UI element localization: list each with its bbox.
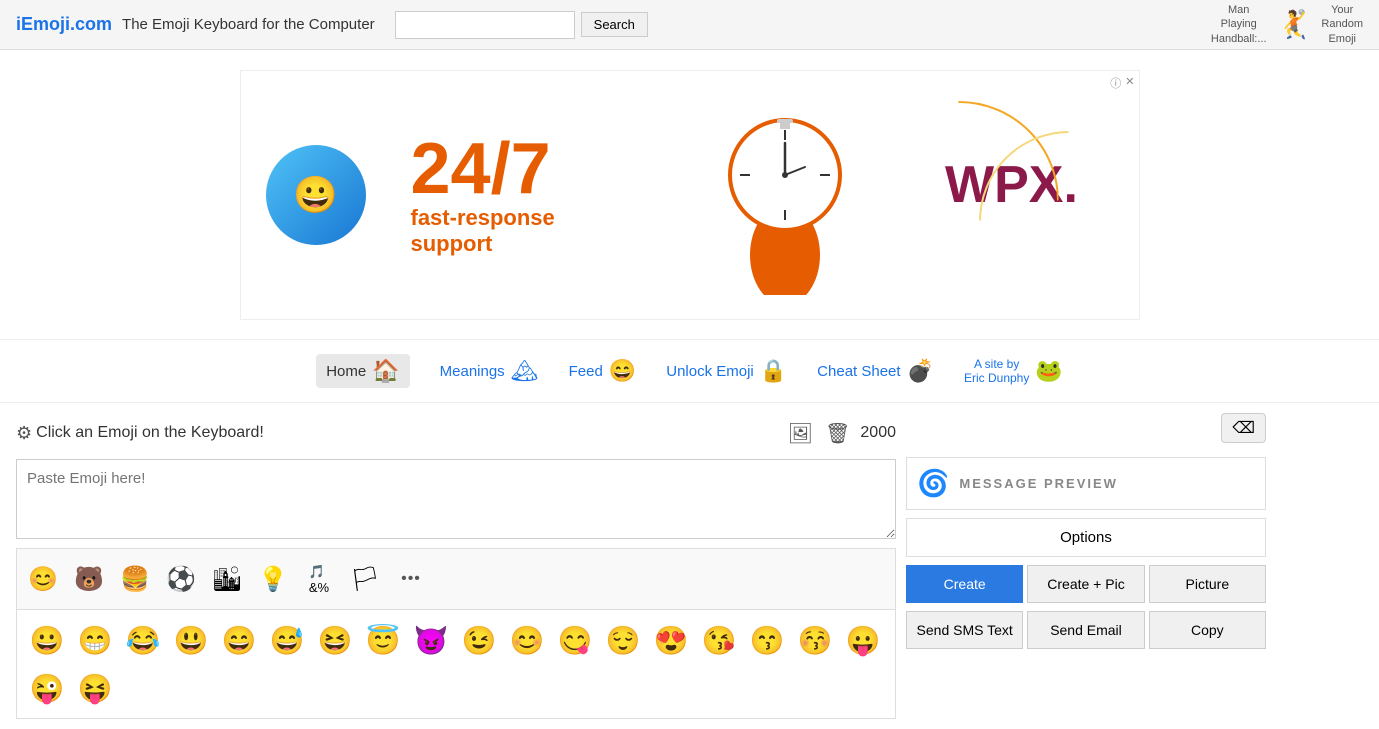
ad-subheadline: fast-responsesupport xyxy=(411,205,665,257)
search-button[interactable]: Search xyxy=(581,12,648,37)
copy-button[interactable]: Copy xyxy=(1149,611,1266,649)
preview-label: MESSAGE PREVIEW xyxy=(959,476,1118,491)
tab-flags[interactable]: 🏳 xyxy=(343,557,387,601)
search-input[interactable] xyxy=(395,11,575,39)
emoji-cell[interactable]: 😃 xyxy=(167,616,215,664)
send-sms-button[interactable]: Send SMS Text xyxy=(906,611,1023,649)
emoji-cell[interactable]: 😉 xyxy=(455,616,503,664)
tab-smileys[interactable]: 😊 xyxy=(21,557,65,601)
backspace-button[interactable]: ⌫ xyxy=(1221,413,1266,443)
nav-label-meanings: Meanings xyxy=(440,363,505,380)
nav-label-cheatsheet: Cheat Sheet xyxy=(817,363,900,380)
instruction-text: Click an Emoji on the Keyboard! xyxy=(36,424,785,442)
create-pic-button[interactable]: Create + Pic xyxy=(1027,565,1144,603)
nav-emoji-home: 🏠 xyxy=(372,358,399,384)
options-button[interactable]: Options xyxy=(906,518,1266,557)
nav-item-home[interactable]: Home 🏠 xyxy=(316,354,409,388)
ad-wpx-section: WPX. xyxy=(885,155,1139,235)
emoji-cell[interactable]: 😁 xyxy=(71,616,119,664)
emoji-cell[interactable]: 😚 xyxy=(791,616,839,664)
nav-label-site: A site byEric Dunphy xyxy=(964,357,1029,385)
send-row: Send SMS Text Send Email Copy xyxy=(906,611,1266,649)
toolbar-right: 🖼 🗑 2000 xyxy=(786,419,896,448)
tab-objects[interactable]: 💡 xyxy=(251,557,295,601)
tab-animals[interactable]: 🐻 xyxy=(67,557,111,601)
emoji-cell[interactable]: 😙 xyxy=(743,616,791,664)
ad-close-icon[interactable]: ✕ xyxy=(1125,75,1134,91)
man-handball-emoji: 🤾 xyxy=(1277,8,1312,41)
tab-more[interactable]: ••• xyxy=(389,557,433,601)
nav-label-unlock: Unlock Emoji xyxy=(666,363,754,380)
create-button[interactable]: Create xyxy=(906,565,1023,603)
nav-label-home: Home xyxy=(326,363,366,380)
nav-emoji-feed: 😄 xyxy=(609,358,636,384)
logo-link[interactable]: iEmoji.com xyxy=(16,14,112,35)
tab-symbols[interactable]: 🎵&% xyxy=(297,557,341,601)
emoji-cell[interactable]: 😘 xyxy=(695,616,743,664)
man-playing-handball-text: Man Playing Handball:... xyxy=(1211,3,1267,46)
emoji-cell[interactable]: 😍 xyxy=(647,616,695,664)
emoji-cell[interactable]: 😇 xyxy=(359,616,407,664)
char-count: 2000 xyxy=(860,424,896,442)
preview-swirl-icon: 🌀 xyxy=(917,468,949,499)
nav: Home 🏠 Meanings 🏔 Feed 😄 Unlock Emoji 🔒 … xyxy=(0,340,1379,403)
nav-emoji-meanings: 🏔 xyxy=(511,358,539,384)
emoji-cell[interactable]: 😜 xyxy=(23,664,71,712)
tagline: The Emoji Keyboard for the Computer xyxy=(122,16,375,33)
ad-logo: 😀 xyxy=(241,135,391,255)
emoji-cell[interactable]: 😝 xyxy=(71,664,119,712)
ad-info-icon[interactable]: ⓘ xyxy=(1110,75,1121,91)
preview-header: 🌀 MESSAGE PREVIEW xyxy=(906,457,1266,510)
right-panel: ⌫ 🌀 MESSAGE PREVIEW Options Create Creat… xyxy=(906,413,1266,719)
tab-travel[interactable]: 🏙 xyxy=(205,557,249,601)
tab-activities[interactable]: ⚽ xyxy=(159,557,203,601)
emoji-cell[interactable]: 😄 xyxy=(215,616,263,664)
ad-info-close: ⓘ ✕ xyxy=(1110,75,1134,91)
emoji-cell[interactable]: 😅 xyxy=(263,616,311,664)
emoji-textarea[interactable] xyxy=(16,459,896,539)
nav-emoji-cheatsheet: 💣 xyxy=(907,358,934,384)
ad-inner: ⓘ ✕ 😀 24/7 fast-responsesupport xyxy=(240,70,1140,320)
tab-food[interactable]: 🍔 xyxy=(113,557,157,601)
nav-emoji-site: 🐸 xyxy=(1035,358,1062,384)
emoji-cell[interactable]: 😂 xyxy=(119,616,167,664)
emoji-tabs: 😊 🐻 🍔 ⚽ 🏙 💡 🎵&% 🏳 ••• xyxy=(16,548,896,609)
nav-emoji-unlock: 🔒 xyxy=(760,358,787,384)
ad-clock-section xyxy=(685,95,885,295)
action-row: Create Create + Pic Picture xyxy=(906,565,1266,603)
emoji-cell[interactable]: 😊 xyxy=(503,616,551,664)
ad-wpx-text: WPX. xyxy=(945,155,1078,215)
emoji-cell[interactable]: 😀 xyxy=(23,616,71,664)
picture-button[interactable]: Picture xyxy=(1149,565,1266,603)
ad-logo-circle: 😀 xyxy=(266,145,366,245)
nav-item-cheatsheet[interactable]: Cheat Sheet 💣 xyxy=(817,358,934,384)
ad-text-section: 24/7 fast-responsesupport xyxy=(391,113,685,277)
emoji-grid: 😀 😁 😂 😃 😄 😅 😆 😇 😈 😉 😊 😋 😌 😍 😘 😙 😚 😛 😜 😝 xyxy=(16,609,896,719)
ad-banner: ⓘ ✕ 😀 24/7 fast-responsesupport xyxy=(0,50,1379,340)
image-icon-btn[interactable]: 🖼 xyxy=(786,419,815,448)
left-panel: ⚙ Click an Emoji on the Keyboard! 🖼 🗑 20… xyxy=(16,413,896,719)
header: iEmoji.com The Emoji Keyboard for the Co… xyxy=(0,0,1379,50)
emoji-cell[interactable]: 😈 xyxy=(407,616,455,664)
nav-item-feed[interactable]: Feed 😄 xyxy=(569,358,637,384)
nav-label-feed: Feed xyxy=(569,363,603,380)
right-section: Man Playing Handball:... 🤾 Your Random E… xyxy=(1211,3,1363,46)
emoji-cell[interactable]: 😋 xyxy=(551,616,599,664)
trash-icon-btn[interactable]: 🗑 xyxy=(823,419,852,448)
nav-item-meanings[interactable]: Meanings 🏔 xyxy=(440,358,539,384)
main: ⚙ Click an Emoji on the Keyboard! 🖼 🗑 20… xyxy=(0,403,1379,729)
random-emoji-label: Your Random Emoji xyxy=(1321,3,1363,46)
toolbar-row: ⚙ Click an Emoji on the Keyboard! 🖼 🗑 20… xyxy=(16,413,896,453)
nav-item-site[interactable]: A site byEric Dunphy 🐸 xyxy=(964,357,1063,385)
ad-logo-emoji: 😀 xyxy=(293,174,338,216)
nav-item-unlock[interactable]: Unlock Emoji 🔒 xyxy=(666,358,787,384)
ad-clock-svg xyxy=(715,95,855,295)
emoji-cell[interactable]: 😌 xyxy=(599,616,647,664)
send-email-button[interactable]: Send Email xyxy=(1027,611,1144,649)
settings-icon: ⚙ xyxy=(16,423,32,444)
emoji-cell[interactable]: 😆 xyxy=(311,616,359,664)
emoji-cell[interactable]: 😛 xyxy=(839,616,887,664)
ad-headline: 24/7 xyxy=(411,133,665,205)
